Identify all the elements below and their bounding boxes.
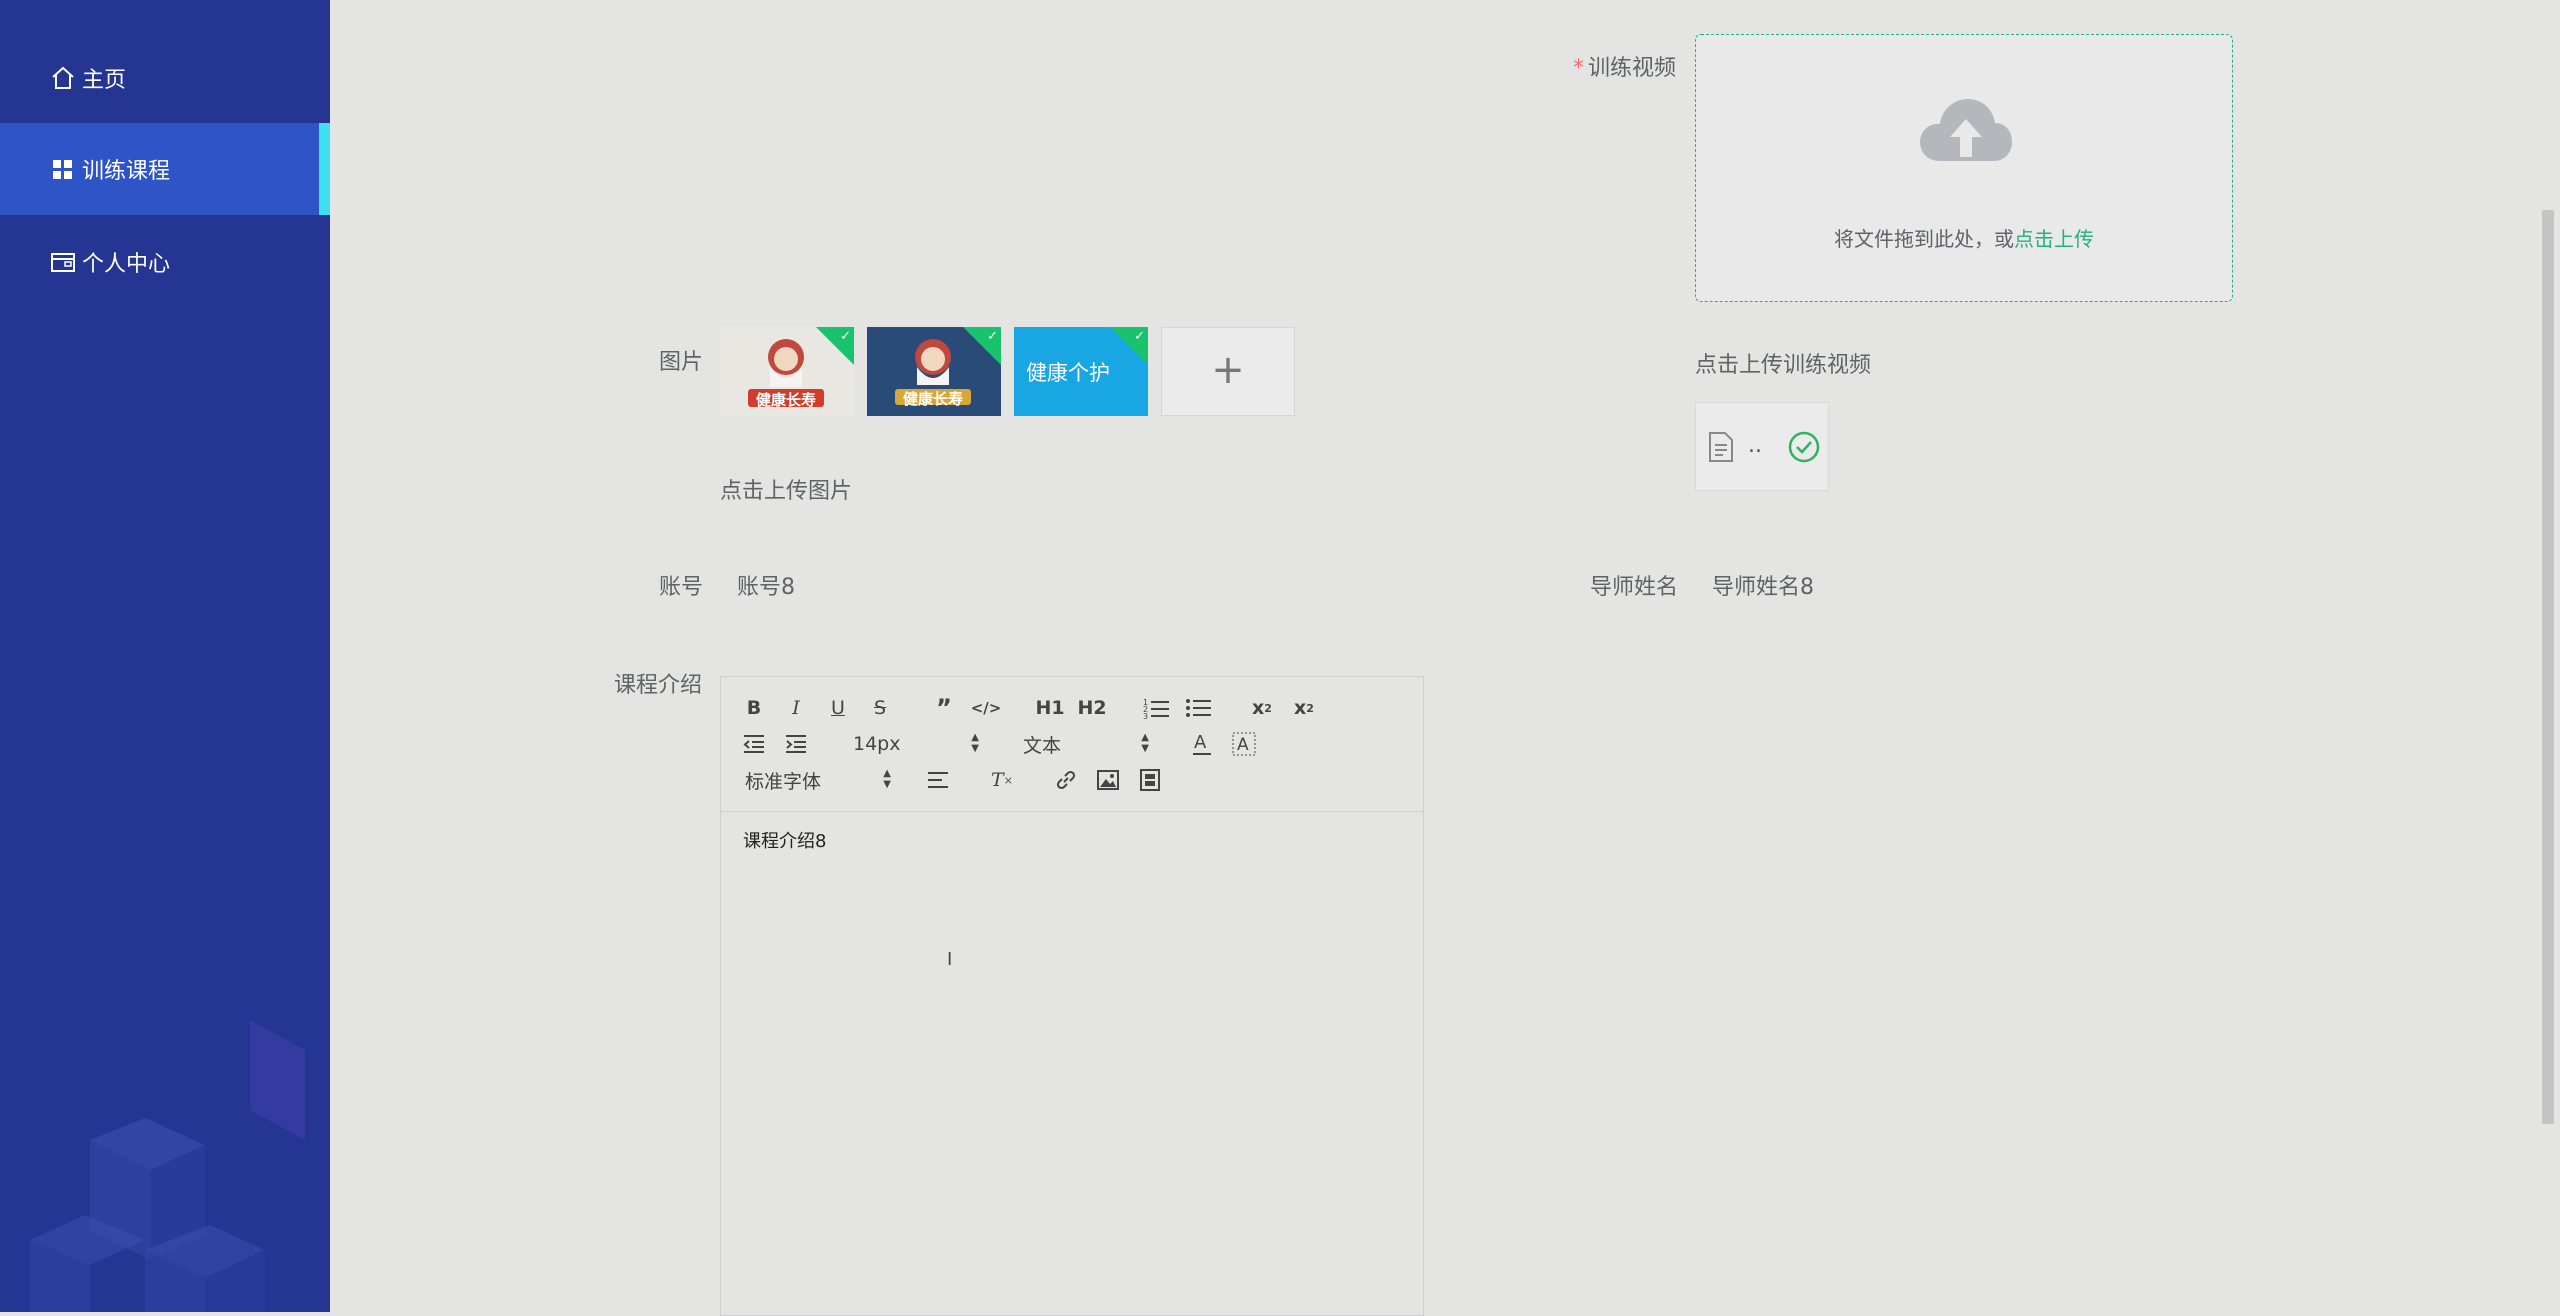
- video-icon[interactable]: [1135, 765, 1165, 795]
- success-check-icon: [1788, 431, 1820, 463]
- sidebar-item-label: 主页: [82, 68, 127, 93]
- image-icon[interactable]: [1093, 765, 1123, 795]
- rich-text-editor: B I U S ” </> H1 H2 123 x2 x2 14px ▲ ▼ 文本…: [720, 676, 1424, 1316]
- image-thumbnail[interactable]: 健康个护 ✓: [1014, 327, 1148, 416]
- bold-icon[interactable]: B: [739, 693, 769, 723]
- svg-text:3: 3: [1143, 712, 1148, 719]
- video-upload-hint: 点击上传训练视频: [1695, 353, 1872, 378]
- sidebar-item-label: 个人中心: [82, 252, 171, 277]
- uploaded-video-file[interactable]: ..: [1695, 402, 1829, 491]
- grid-icon: [50, 156, 76, 182]
- images-label: 图片: [659, 350, 704, 375]
- block-type-select[interactable]: 文本 ▲ ▼: [1023, 729, 1149, 759]
- image-thumbnail[interactable]: 健康长寿 ✓: [720, 327, 854, 416]
- link-icon[interactable]: [1051, 765, 1081, 795]
- underline-icon[interactable]: U: [823, 693, 853, 723]
- check-icon: ✓: [987, 329, 998, 344]
- sidebar-item-home[interactable]: 主页: [0, 32, 330, 124]
- image-upload-hint: 点击上传图片: [720, 479, 853, 504]
- superscript-icon[interactable]: x2: [1289, 693, 1319, 723]
- check-icon: ✓: [840, 329, 851, 344]
- select-arrows-icon: ▲ ▼: [1141, 732, 1149, 754]
- add-image-button[interactable]: +: [1161, 327, 1295, 416]
- cloud-upload-icon: [1920, 99, 2012, 161]
- heading1-icon[interactable]: H1: [1035, 693, 1065, 723]
- home-icon: [50, 65, 76, 91]
- click-upload-link[interactable]: 点击上传: [2014, 227, 2094, 251]
- thumbnail-caption: 健康长寿: [903, 390, 964, 408]
- svg-text:A: A: [1194, 732, 1207, 753]
- video-label: * 训练视频: [1573, 56, 1677, 81]
- intro-label: 课程介绍: [614, 673, 703, 698]
- background-color-icon[interactable]: A: [1229, 729, 1259, 759]
- heading2-icon[interactable]: H2: [1077, 693, 1107, 723]
- plus-icon: +: [1211, 347, 1245, 393]
- bullet-list-icon[interactable]: [1183, 693, 1213, 723]
- video-upload-dropzone[interactable]: 将文件拖到此处，或点击上传: [1695, 34, 2233, 302]
- code-block-icon[interactable]: </>: [971, 693, 1002, 723]
- dropzone-text: 将文件拖到此处，或点击上传: [1834, 227, 2094, 251]
- indent-icon[interactable]: [781, 729, 811, 759]
- select-arrows-icon: ▲ ▼: [971, 732, 979, 754]
- wallet-icon: [50, 249, 76, 275]
- page-scrollbar[interactable]: [2542, 210, 2554, 1124]
- account-label: 账号: [659, 575, 704, 600]
- account-field[interactable]: 账号8: [737, 569, 795, 601]
- sidebar-item-courses[interactable]: 训练课程: [0, 123, 330, 215]
- thumbnail-caption: 健康长寿: [756, 391, 817, 409]
- image-thumbnail[interactable]: 健康长寿 ✓: [867, 327, 1001, 416]
- thumbnail-caption: 健康个护: [1026, 361, 1110, 385]
- editor-toolbar: B I U S ” </> H1 H2 123 x2 x2 14px ▲ ▼ 文本…: [721, 677, 1423, 812]
- outdent-icon[interactable]: [739, 729, 769, 759]
- sidebar-item-label: 训练课程: [82, 159, 171, 184]
- svg-text:A: A: [1237, 735, 1249, 755]
- subscript-icon[interactable]: x2: [1247, 693, 1277, 723]
- font-family-select[interactable]: 标准字体 ▲ ▼: [745, 765, 891, 795]
- check-icon: ✓: [1134, 329, 1145, 344]
- editor-content[interactable]: 课程介绍8: [743, 827, 826, 853]
- file-name: ..: [1748, 433, 1762, 458]
- mentor-label: 导师姓名: [1590, 575, 1679, 600]
- sidebar: 主页 训练课程 个人中心: [0, 0, 330, 1312]
- sidebar-item-profile[interactable]: 个人中心: [0, 216, 330, 308]
- strikethrough-icon[interactable]: S: [865, 693, 895, 723]
- font-size-select[interactable]: 14px ▲ ▼: [853, 729, 979, 759]
- required-mark: *: [1573, 56, 1584, 81]
- clear-format-icon[interactable]: T ×: [987, 765, 1017, 795]
- font-color-icon[interactable]: A: [1187, 729, 1217, 759]
- ordered-list-icon[interactable]: 123: [1141, 693, 1171, 723]
- mentor-name-field[interactable]: 导师姓名8: [1712, 569, 1814, 601]
- decorative-cubes: [30, 1020, 305, 1312]
- italic-icon[interactable]: I: [781, 693, 811, 723]
- select-arrows-icon: ▲ ▼: [883, 768, 891, 790]
- blockquote-icon[interactable]: ”: [929, 693, 959, 723]
- text-cursor-icon: I: [947, 949, 953, 970]
- document-icon: [1709, 432, 1733, 462]
- align-icon[interactable]: [923, 765, 953, 795]
